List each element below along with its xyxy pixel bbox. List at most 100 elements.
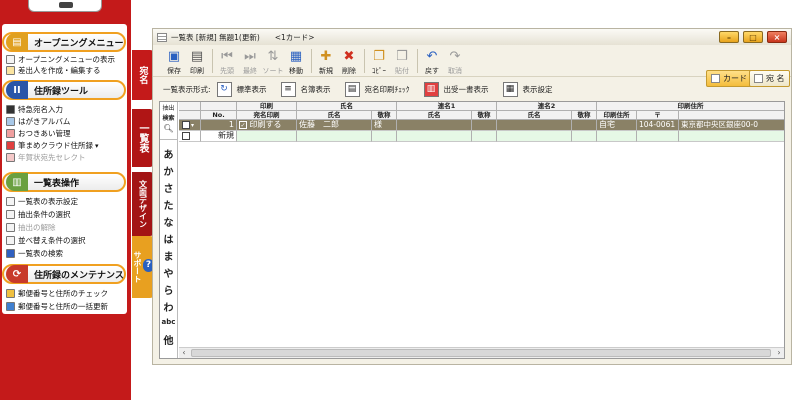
cell-ren2-honorific[interactable] <box>572 120 597 131</box>
toolbar-separator <box>311 49 312 73</box>
section-opening-menu[interactable]: ▤ オープニングメニュー <box>2 32 126 52</box>
search-icon[interactable]: 🔍︎ <box>160 124 177 134</box>
new-row[interactable]: 新規 <box>179 131 784 142</box>
tab-address[interactable]: 宛名 <box>132 50 154 100</box>
maintenance-icon: ⟳ <box>6 265 28 283</box>
undo-button[interactable]: ↶ 戻す <box>421 46 443 76</box>
save-button[interactable]: ▣ 保存 <box>163 46 185 76</box>
header-honorific[interactable]: 敬称 <box>372 111 397 120</box>
new-button[interactable]: ✚ 新規 <box>315 46 337 76</box>
filter-clear-icon <box>6 223 15 232</box>
new-row-checkbox[interactable] <box>182 131 190 140</box>
menu-item-sort-select[interactable]: 並べ替え条件の選択 <box>6 235 86 246</box>
menu-item-relations[interactable]: おつきあい管理 <box>6 128 71 139</box>
tab-list[interactable]: 一覧表 <box>132 108 154 168</box>
index-abc[interactable]: abc <box>160 318 177 326</box>
cell-honorific[interactable]: 様 <box>372 120 397 131</box>
cell-addr-type[interactable]: 自宅 <box>597 120 637 131</box>
search-label[interactable]: 検索 <box>160 114 177 124</box>
close-button[interactable]: × <box>767 31 787 43</box>
send-receive-view-button[interactable]: ▥ 出受一書表示 <box>423 81 489 97</box>
scroll-thumb[interactable] <box>191 349 771 357</box>
cell-print[interactable]: ✓ 印刷する <box>237 120 297 131</box>
header-addr-type[interactable]: 印刷住所 <box>597 111 637 120</box>
header-zip[interactable]: 〒 <box>637 111 679 120</box>
index-ka[interactable]: か <box>160 163 177 178</box>
index-sa[interactable]: さ <box>160 180 177 195</box>
header-renmei2: 連名2 <box>497 102 597 111</box>
index-ta[interactable]: た <box>160 197 177 212</box>
print-check-button[interactable]: ▤ 宛名印刷ﾁｪｯｸ <box>344 81 410 97</box>
list-ops-icon: ▥ <box>6 173 28 191</box>
header-address[interactable] <box>679 111 784 120</box>
toolbar-separator <box>417 49 418 73</box>
scroll-left-icon[interactable]: ‹ <box>179 348 189 358</box>
header-fullname[interactable]: 氏名 <box>297 111 372 120</box>
menu-item-postcard-album[interactable]: はがきアルバム <box>6 116 70 127</box>
table-row[interactable]: ▾ 1 ✓ 印刷する 佐藤 二郎 様 自宅 104-0061 東京都中央区銀座0… <box>179 120 784 131</box>
sort-button[interactable]: ⇅ ソート <box>262 46 284 76</box>
settings-icon <box>6 197 15 206</box>
menu-item-edit-sender[interactable]: 差出人を作成・編集する <box>6 65 101 76</box>
tab-design[interactable]: 文面デザイン <box>132 172 154 236</box>
paste-button[interactable]: ❒ 貼付 <box>391 46 413 76</box>
people-icon <box>6 129 15 138</box>
minimize-button[interactable]: – <box>719 31 739 43</box>
index-wa[interactable]: わ <box>160 299 177 314</box>
header-address-print[interactable]: 宛名印刷 <box>237 111 297 120</box>
menu-item-list-search[interactable]: 一覧表の検索 <box>6 248 63 259</box>
index-na[interactable]: な <box>160 214 177 229</box>
cell-zip[interactable]: 104-0061 <box>637 120 679 131</box>
section-maintenance[interactable]: ⟳ 住所録のメンテナンス <box>2 264 126 284</box>
menu-item-cloud-address[interactable]: 筆まめクラウド住所録 ▾ <box>6 140 99 151</box>
maximize-button[interactable]: □ <box>743 31 763 43</box>
index-other[interactable]: 他 <box>160 332 177 347</box>
standard-view-button[interactable]: ↻ 標準表示 <box>216 81 267 97</box>
copy-button[interactable]: ❐ ｺﾋﾟｰ <box>368 46 390 76</box>
last-record-button[interactable]: ⏭ 最終 <box>239 46 261 76</box>
cell-ren1-name[interactable] <box>397 120 472 131</box>
sort-icon <box>6 236 15 245</box>
horizontal-scrollbar[interactable]: ‹ › <box>179 347 784 358</box>
display-settings-button[interactable]: ▦ 表示設定 <box>502 81 553 97</box>
menu-item-zip-update[interactable]: 郵便番号と住所の一括更新 <box>6 301 108 312</box>
header-ren1-honorific[interactable]: 敬称 <box>472 111 497 120</box>
cell-ren2-name[interactable] <box>497 120 572 131</box>
menu-item-quick-address[interactable]: 特急宛名入力 <box>6 104 63 115</box>
header-ren2-name[interactable]: 氏名 <box>497 111 572 120</box>
app-logo <box>28 0 102 12</box>
section-address-tools[interactable]: ⅠⅠ 住所録ツール <box>2 80 126 100</box>
index-ma[interactable]: ま <box>160 248 177 263</box>
window-icon <box>6 55 15 64</box>
index-a[interactable]: あ <box>160 146 177 161</box>
header-no[interactable]: No. <box>201 111 237 120</box>
delete-button[interactable]: ✖ 削除 <box>338 46 360 76</box>
roster-view-button[interactable]: ≡ 名簿表示 <box>280 81 331 97</box>
cell-ren1-honorific[interactable] <box>472 120 497 131</box>
redo-button[interactable]: ↷ 取消 <box>444 46 466 76</box>
menu-item-show-opening[interactable]: オープニングメニューの表示 <box>6 54 115 65</box>
section-list-ops[interactable]: ▥ 一覧表操作 <box>2 172 126 192</box>
section-title: 住所録のメンテナンス <box>34 270 124 281</box>
menu-item-filter-select[interactable]: 抽出条件の選択 <box>6 209 71 220</box>
print-button[interactable]: ▤ 印刷 <box>186 46 208 76</box>
scroll-right-icon[interactable]: › <box>774 348 784 358</box>
tab-support[interactable]: ? サポート <box>132 236 154 298</box>
move-button[interactable]: ▦ 移動 <box>285 46 307 76</box>
title-bar[interactable]: 一覧表 [新規] 無題1(更新) <1カード> – □ × <box>153 29 791 45</box>
index-ya[interactable]: や <box>160 265 177 280</box>
header-ren1-name[interactable]: 氏名 <box>397 111 472 120</box>
index-header: 抽出 検索 🔍︎ <box>160 102 177 140</box>
index-ra[interactable]: ら <box>160 282 177 297</box>
header-ren2-honorific[interactable]: 敬称 <box>572 111 597 120</box>
grid-header-top: 印刷 氏名 連名1 連名2 印刷住所 <box>179 102 784 111</box>
menu-item-list-settings[interactable]: 一覧表の表示設定 <box>6 196 78 207</box>
cell-name[interactable]: 佐藤 二郎 <box>297 120 372 131</box>
row-checkbox[interactable] <box>182 120 190 129</box>
index-ha[interactable]: は <box>160 231 177 246</box>
card-icon <box>6 153 15 162</box>
cell-address[interactable]: 東京都中央区銀座00-0 <box>679 120 784 131</box>
section-title: オープニングメニュー <box>34 38 124 49</box>
first-record-button[interactable]: ⏮ 先頭 <box>216 46 238 76</box>
menu-item-zip-check[interactable]: 郵便番号と住所のチェック <box>6 288 108 299</box>
